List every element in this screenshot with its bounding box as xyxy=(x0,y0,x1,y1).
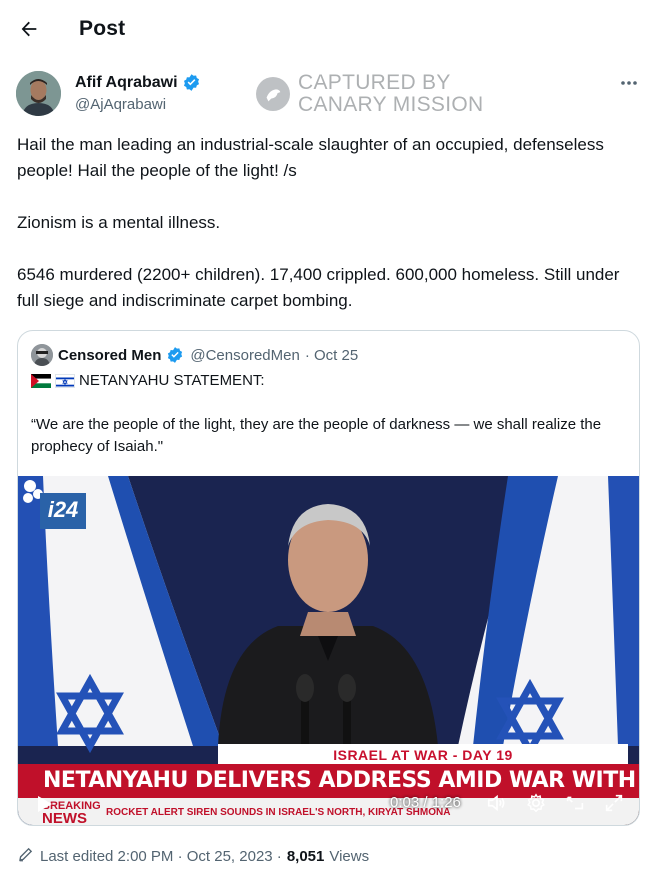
edit-pencil-icon[interactable] xyxy=(17,845,35,867)
volume-icon[interactable] xyxy=(486,792,508,814)
more-options-icon[interactable] xyxy=(617,73,641,93)
palestine-flag-icon xyxy=(31,373,51,388)
play-icon[interactable] xyxy=(34,794,54,814)
author-avatar[interactable] xyxy=(16,71,61,116)
views-count: 8,051 xyxy=(286,847,325,865)
israel-flag-icon xyxy=(55,373,75,388)
views-label: Views xyxy=(329,847,370,865)
picture-in-picture-icon[interactable] xyxy=(564,792,586,814)
quoted-post[interactable]: Censored Men @CensoredMen · Oct 25 NETAN… xyxy=(17,330,640,826)
quoted-author-avatar xyxy=(31,344,53,366)
video-player[interactable]: i24 ISRAEL AT WAR - DAY 19 NETANYAHU DEL… xyxy=(18,476,639,825)
quoted-author-name: Censored Men xyxy=(58,346,162,364)
back-arrow-icon[interactable] xyxy=(14,14,44,44)
quoted-text: “We are the people of the light, they ar… xyxy=(31,416,602,455)
channel-logo: i24 xyxy=(40,493,86,529)
post-paragraph: Zionism is a mental illness. xyxy=(17,213,221,232)
fullscreen-icon[interactable] xyxy=(603,792,625,814)
statement-title: NETANYAHU STATEMENT: xyxy=(79,372,265,389)
quoted-post-header: Censored Men @CensoredMen · Oct 25 xyxy=(31,344,358,366)
captured-by-watermark: CAPTURED BY CANARY MISSION xyxy=(256,72,483,116)
verified-badge-icon xyxy=(166,346,185,365)
video-time: 0:03 / 1:26 xyxy=(390,794,461,811)
post-paragraph: 6546 murdered (2200+ children). 17,400 c… xyxy=(17,265,620,310)
quoted-statement-line: NETANYAHU STATEMENT: xyxy=(31,372,265,389)
post-body: Hail the man leading an industrial-scale… xyxy=(17,132,637,314)
last-edited-text[interactable]: Last edited 2:00 PM · Oct 25, 2023 · xyxy=(40,848,282,865)
author-name[interactable]: Afif Aqrabawi xyxy=(75,73,201,92)
post-meta: Last edited 2:00 PM · Oct 25, 2023 · 8,0… xyxy=(17,845,369,867)
verified-badge-icon xyxy=(182,73,201,92)
settings-gear-icon[interactable] xyxy=(525,792,547,814)
canary-logo-icon xyxy=(256,77,290,111)
top-bar: Post xyxy=(0,0,653,60)
author-handle[interactable]: @AjAqrabawi xyxy=(75,96,166,113)
watermark-text: CAPTURED BY CANARY MISSION xyxy=(298,71,484,116)
post-paragraph: Hail the man leading an industrial-scale… xyxy=(17,135,604,180)
page-title: Post xyxy=(79,17,126,40)
ticker-top: ISRAEL AT WAR - DAY 19 xyxy=(218,744,628,766)
author-name-text: Afif Aqrabawi xyxy=(75,73,178,91)
quoted-post-date: · Oct 25 xyxy=(304,346,359,364)
quoted-author-handle: @CensoredMen xyxy=(190,346,300,364)
